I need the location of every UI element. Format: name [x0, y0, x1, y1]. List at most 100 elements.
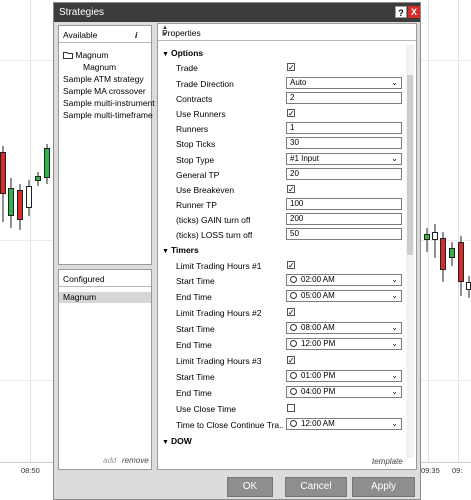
folder-icon — [63, 52, 73, 59]
section-label: DOW — [171, 436, 192, 446]
stop-type-select[interactable]: #1 Input ⌄ — [286, 153, 402, 165]
time-label: 09:35 — [421, 466, 440, 475]
start-time-3-label: Start Time — [176, 372, 215, 382]
trade-direction-value: Auto — [290, 78, 307, 87]
grid-line — [30, 0, 31, 462]
candle — [26, 180, 32, 216]
stop-type-label: Stop Type — [176, 155, 215, 165]
chevron-down-icon: ⌄ — [391, 323, 398, 332]
limit-hours-2-checkbox[interactable]: ✓ — [287, 308, 295, 317]
use-breakeven-checkbox[interactable]: ✓ — [287, 185, 295, 194]
ok-button[interactable]: OK — [227, 477, 273, 497]
start-time-1-value: 02:00 AM — [301, 275, 335, 284]
close-continue-label: Time to Close Continue Tra... — [176, 420, 284, 430]
configured-item[interactable]: Magnum — [59, 292, 151, 303]
candle — [0, 146, 6, 222]
collapse-icon: ▼ — [162, 248, 169, 255]
stop-ticks-input[interactable]: 30 — [286, 137, 402, 149]
start-time-3-picker[interactable]: 01:00 PM ⌄ — [286, 370, 402, 382]
limit-hours-2-label: Limit Trading Hours #2 — [176, 308, 262, 318]
add-link[interactable]: add — [103, 456, 116, 465]
gain-turn-off-input[interactable]: 200 — [286, 213, 402, 225]
trade-direction-label: Trade Direction — [176, 79, 234, 89]
available-panel: Available i Magnum Magnum Sample ATM str… — [58, 25, 155, 265]
trade-direction-select[interactable]: Auto ⌄ — [286, 77, 402, 89]
candle — [440, 232, 446, 282]
apply-button[interactable]: Apply — [352, 477, 415, 497]
end-time-3-picker[interactable]: 04:00 PM ⌄ — [286, 386, 402, 398]
properties-scrollbar[interactable] — [406, 45, 414, 458]
use-runners-label: Use Runners — [176, 109, 226, 119]
chevron-down-icon: ⌄ — [391, 78, 398, 87]
configured-panel: Configured Magnum add remove — [58, 269, 152, 470]
limit-hours-3-checkbox[interactable]: ✓ — [287, 356, 295, 365]
limit-hours-3-label: Limit Trading Hours #3 — [176, 356, 262, 366]
candle — [35, 172, 41, 186]
general-tp-input[interactable]: 20 — [286, 168, 402, 180]
end-time-1-label: End Time — [176, 292, 212, 302]
configured-header: Configured — [59, 270, 151, 287]
loss-turn-off-label: (ticks) LOSS turn off — [176, 230, 253, 240]
template-link[interactable]: template — [372, 457, 403, 466]
use-close-time-label: Use Close Time — [176, 404, 236, 414]
title-bar[interactable]: Strategies ? X — [54, 3, 420, 22]
runners-label: Runners — [176, 124, 209, 134]
available-title: Available — [63, 30, 98, 40]
properties-panel: Properties ▲ ▼ ▼ Options Trade ✓ Trade Di… — [157, 23, 417, 470]
start-time-2-picker[interactable]: 08:00 AM ⌄ — [286, 322, 402, 334]
strategy-item[interactable]: Sample ATM strategy — [63, 74, 144, 84]
end-time-1-value: 05:00 AM — [301, 291, 335, 300]
candle — [44, 144, 50, 184]
start-time-1-label: Start Time — [176, 276, 215, 286]
close-button[interactable]: X — [408, 6, 420, 18]
help-button[interactable]: ? — [395, 6, 407, 18]
clock-icon — [290, 276, 297, 283]
strategy-folder[interactable]: Magnum — [63, 50, 108, 60]
strategy-item[interactable]: Magnum — [83, 62, 116, 72]
general-tp-label: General TP — [176, 170, 220, 180]
end-time-3-label: End Time — [176, 388, 212, 398]
strategy-item[interactable]: Sample multi-instrument — [63, 98, 155, 108]
cancel-button[interactable]: Cancel — [285, 477, 347, 497]
section-dow[interactable]: ▼ DOW — [162, 436, 192, 446]
use-close-time-checkbox[interactable] — [287, 404, 295, 412]
clock-icon — [290, 292, 297, 299]
candle — [432, 224, 438, 258]
end-time-3-value: 04:00 PM — [301, 387, 336, 396]
runner-tp-label: Runner TP — [176, 200, 217, 210]
scroll-down-icon[interactable]: ▼ — [162, 32, 413, 38]
use-runners-checkbox[interactable]: ✓ — [287, 109, 295, 118]
strategy-item[interactable]: Sample MA crossover — [63, 86, 146, 96]
loss-turn-off-input[interactable]: 50 — [286, 228, 402, 240]
clock-icon — [290, 388, 297, 395]
start-time-1-picker[interactable]: 02:00 AM ⌄ — [286, 274, 402, 286]
time-label: 09: — [452, 466, 463, 475]
available-header: Available i — [59, 26, 151, 43]
chevron-down-icon: ⌄ — [391, 154, 398, 163]
scroll-up-icon[interactable]: ▲ — [162, 25, 413, 31]
end-time-2-value: 12:00 PM — [301, 339, 336, 348]
close-continue-picker[interactable]: 12:00 AM ⌄ — [286, 418, 402, 430]
section-timers[interactable]: ▼ Timers — [162, 245, 199, 255]
candle — [449, 242, 455, 266]
contracts-input[interactable]: 2 — [286, 92, 402, 104]
remove-link[interactable]: remove — [122, 456, 149, 465]
stop-ticks-label: Stop Ticks — [176, 139, 216, 149]
collapse-icon: ▼ — [162, 51, 169, 58]
runner-tp-input[interactable]: 100 — [286, 198, 402, 210]
chevron-down-icon: ⌄ — [391, 275, 398, 284]
info-icon[interactable]: i — [135, 30, 137, 40]
scrollbar-thumb[interactable] — [407, 75, 413, 255]
strategy-item[interactable]: Sample multi-timeframe — [63, 110, 153, 120]
runners-input[interactable]: 1 — [286, 122, 402, 134]
limit-hours-1-checkbox[interactable]: ✓ — [287, 261, 295, 270]
trade-checkbox[interactable]: ✓ — [287, 63, 295, 72]
configured-title: Configured — [63, 274, 105, 284]
window-title: Strategies — [59, 7, 105, 18]
start-time-2-label: Start Time — [176, 324, 215, 334]
section-options[interactable]: ▼ Options — [162, 48, 203, 58]
end-time-1-picker[interactable]: 05:00 AM ⌄ — [286, 290, 402, 302]
chevron-down-icon: ⌄ — [391, 387, 398, 396]
end-time-2-picker[interactable]: 12:00 PM ⌄ — [286, 338, 402, 350]
contracts-label: Contracts — [176, 94, 213, 104]
